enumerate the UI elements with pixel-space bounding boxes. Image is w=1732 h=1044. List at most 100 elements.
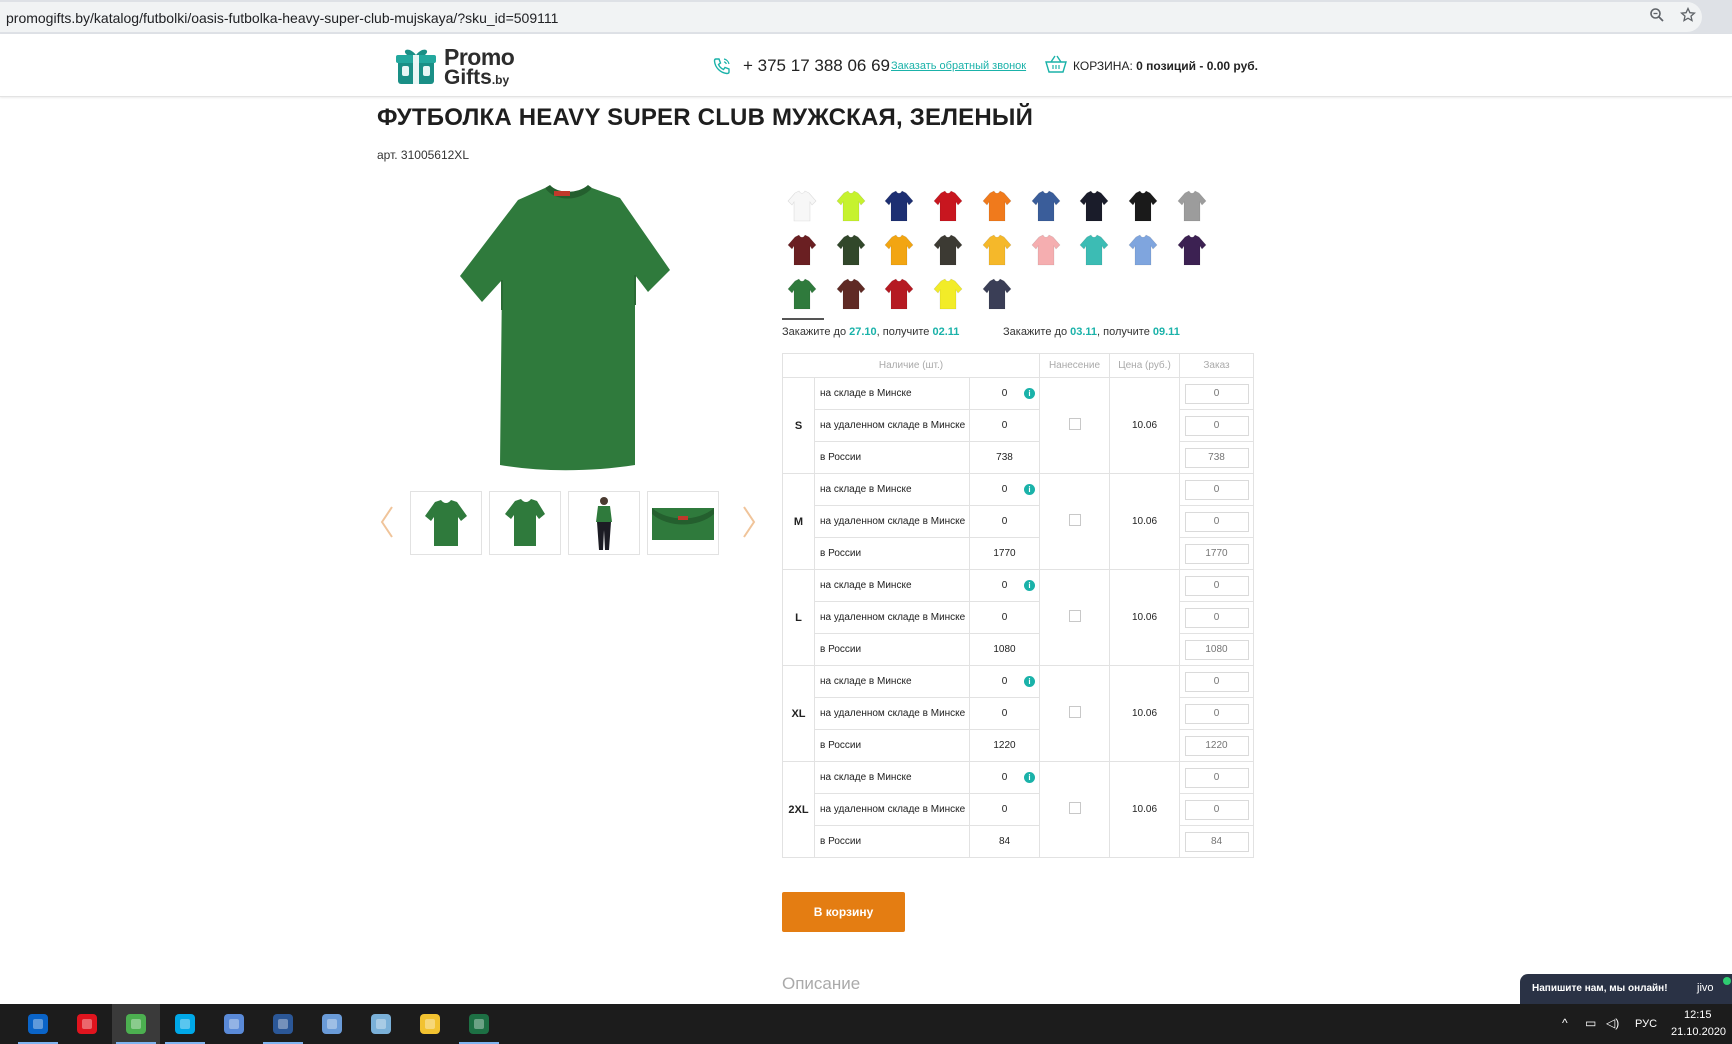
table-header-row: Наличие (шт.) Нанесение Цена (руб.) Зака…: [782, 353, 1254, 378]
color-swatch[interactable]: [979, 232, 1015, 268]
order-quantity-input[interactable]: [1184, 767, 1249, 788]
order-quantity-input[interactable]: [1184, 511, 1249, 532]
taskbar-app[interactable]: [406, 1004, 454, 1044]
delivery-middle: , получите: [876, 326, 930, 338]
order-quantity-input[interactable]: [1184, 735, 1249, 756]
header-print: Нанесение: [1039, 353, 1110, 378]
color-swatch[interactable]: [1174, 232, 1210, 268]
table-row: в России 1770: [783, 537, 1254, 570]
clock-date[interactable]: 21.10.2020: [1671, 1026, 1726, 1038]
color-swatch[interactable]: [881, 276, 917, 312]
cart-summary[interactable]: КОРЗИНА: 0 позиций - 0.00 руб.: [1073, 59, 1258, 73]
stock-quantity: 0: [1001, 484, 1008, 495]
gallery-thumb-1[interactable]: [410, 491, 482, 555]
info-icon[interactable]: i: [1024, 388, 1035, 399]
network-icon[interactable]: ▭: [1585, 1016, 1596, 1030]
stock-quantity-cell: 84: [969, 825, 1040, 858]
taskbar-app[interactable]: [455, 1004, 503, 1044]
cart-basket-icon[interactable]: [1045, 55, 1067, 75]
order-quantity-input[interactable]: [1184, 575, 1249, 596]
color-swatch[interactable]: [833, 188, 869, 224]
color-swatch[interactable]: [1076, 188, 1112, 224]
order-quantity-input[interactable]: [1184, 799, 1249, 820]
color-swatch[interactable]: [881, 232, 917, 268]
info-icon[interactable]: i: [1024, 484, 1035, 495]
order-quantity-input[interactable]: [1184, 543, 1249, 564]
url-text[interactable]: promogifts.by/katalog/futbolki/oasis-fut…: [6, 10, 558, 26]
color-swatch[interactable]: [930, 232, 966, 268]
chat-widget[interactable]: Напишите нам, мы онлайн! jivo: [1520, 974, 1732, 1004]
taskbar-app[interactable]: [112, 1004, 160, 1044]
taskbar-app[interactable]: [14, 1004, 62, 1044]
bookmark-star-icon[interactable]: [1679, 6, 1697, 25]
color-swatch[interactable]: [1125, 232, 1161, 268]
color-swatch[interactable]: [881, 188, 917, 224]
volume-icon[interactable]: ◁): [1606, 1016, 1619, 1030]
info-icon[interactable]: i: [1024, 676, 1035, 687]
taskbar-app[interactable]: [308, 1004, 356, 1044]
add-to-cart-button[interactable]: В корзину: [782, 892, 905, 932]
info-icon[interactable]: i: [1024, 772, 1035, 783]
taskbar-app[interactable]: [259, 1004, 307, 1044]
delivery-info-1: Закажите до 27.10, получите 02.11: [782, 326, 959, 338]
print-checkbox[interactable]: [1068, 418, 1081, 430]
table-row: 2XL на складе в Минске 0 i 10.06: [782, 761, 1254, 858]
chat-text[interactable]: Напишите нам, мы онлайн!: [1532, 983, 1668, 994]
language-indicator[interactable]: РУС: [1635, 1018, 1657, 1030]
color-swatch[interactable]: [1028, 188, 1064, 224]
order-quantity-input[interactable]: [1184, 479, 1249, 500]
color-swatch[interactable]: [979, 276, 1015, 312]
color-swatch[interactable]: [833, 232, 869, 268]
color-swatch[interactable]: [784, 188, 820, 224]
site-logo[interactable]: Promo Gifts.by: [395, 42, 515, 90]
color-swatch[interactable]: [1125, 188, 1161, 224]
info-icon[interactable]: i: [1024, 580, 1035, 591]
color-swatch[interactable]: [930, 188, 966, 224]
print-checkbox[interactable]: [1068, 706, 1081, 718]
taskbar-app[interactable]: [63, 1004, 111, 1044]
order-quantity-input[interactable]: [1184, 703, 1249, 724]
color-swatch[interactable]: [833, 276, 869, 312]
print-checkbox[interactable]: [1068, 802, 1081, 814]
order-quantity-input[interactable]: [1184, 447, 1249, 468]
gallery-prev-arrow-icon[interactable]: [377, 502, 397, 542]
gallery-thumb-3[interactable]: [568, 491, 640, 555]
order-cell: [1179, 761, 1254, 794]
zoom-icon[interactable]: [1648, 7, 1666, 25]
color-swatch[interactable]: [930, 276, 966, 312]
color-swatch[interactable]: [1076, 232, 1112, 268]
callback-link[interactable]: Заказать обратный звонок: [891, 60, 1026, 72]
gallery-next-arrow-icon[interactable]: [739, 502, 759, 542]
description-heading[interactable]: Описание: [782, 974, 860, 994]
color-swatch[interactable]: [782, 276, 824, 320]
gallery-thumb-4[interactable]: [647, 491, 719, 555]
order-quantity-input[interactable]: [1184, 831, 1249, 852]
size-label: L: [782, 569, 815, 666]
tray-chevron-icon[interactable]: ^: [1562, 1016, 1568, 1030]
print-checkbox[interactable]: [1068, 610, 1081, 622]
order-quantity-input[interactable]: [1184, 671, 1249, 692]
address-bar[interactable]: promogifts.by/katalog/futbolki/oasis-fut…: [0, 2, 1702, 32]
color-swatch[interactable]: [1174, 188, 1210, 224]
taskbar-app[interactable]: [357, 1004, 405, 1044]
size-label: 2XL: [782, 761, 815, 858]
phone-number[interactable]: + 375 17 388 06 69: [743, 56, 890, 76]
clock-time[interactable]: 12:15: [1684, 1009, 1712, 1021]
order-quantity-input[interactable]: [1184, 639, 1249, 660]
print-checkbox[interactable]: [1068, 514, 1081, 526]
order-quantity-input[interactable]: [1184, 607, 1249, 628]
opera-icon: [77, 1014, 97, 1034]
product-main-image[interactable]: [440, 180, 690, 480]
gallery-thumb-2[interactable]: [489, 491, 561, 555]
color-swatch[interactable]: [1028, 232, 1064, 268]
stock-quantity-cell: 1220: [969, 729, 1040, 762]
order-quantity-input[interactable]: [1184, 415, 1249, 436]
order-quantity-input[interactable]: [1184, 383, 1249, 404]
stock-quantity-cell: 0i: [969, 377, 1040, 410]
taskbar-app[interactable]: [210, 1004, 258, 1044]
stock-location: на складе в Минске: [814, 377, 970, 410]
browser-toolbar: promogifts.by/katalog/futbolki/oasis-fut…: [0, 0, 1732, 34]
color-swatch[interactable]: [979, 188, 1015, 224]
taskbar-app[interactable]: [161, 1004, 209, 1044]
color-swatch[interactable]: [784, 232, 820, 268]
